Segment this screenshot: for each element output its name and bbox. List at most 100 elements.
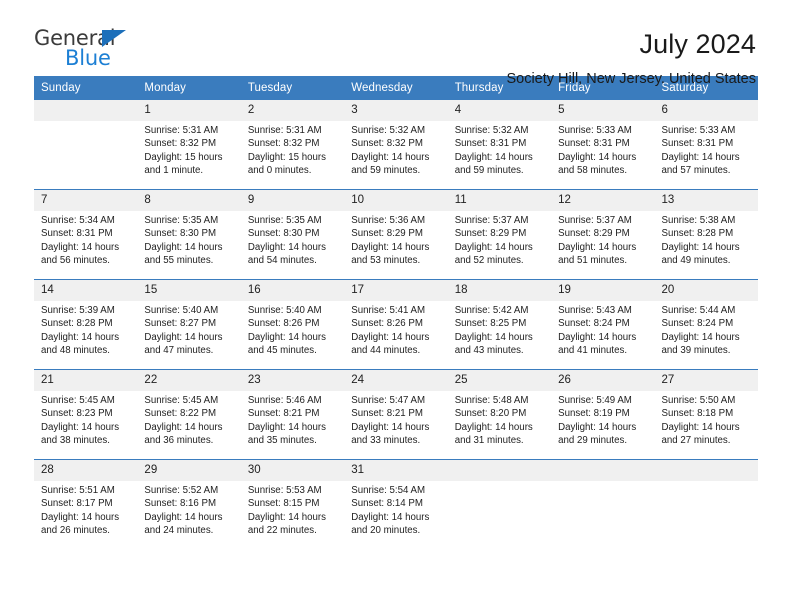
calendar-day-cell[interactable]: 3 Sunrise: 5:32 AM Sunset: 8:32 PM Daylight… xyxy=(344,100,448,190)
sunrise-text: Sunrise: 5:50 AM xyxy=(661,395,736,406)
daylight-text-line1: Daylight: 14 hours xyxy=(351,331,430,343)
calendar-day-cell[interactable]: 9 Sunrise: 5:35 AM Sunset: 8:30 PM Daylight… xyxy=(240,189,345,280)
calendar-day-cell[interactable]: 22 Sunrise: 5:45 AM Sunset: 8:22 PM Dayligh… xyxy=(137,369,241,460)
daylight-text-line2: and 44 minutes. xyxy=(351,345,421,357)
day-details: Sunrise: 5:42 AM Sunset: 8:25 PM Daylight:… xyxy=(448,301,551,358)
calendar-day-cell[interactable]: 7 Sunrise: 5:34 AM Sunset: 8:31 PM Daylight… xyxy=(34,189,138,280)
daylight-text-line1: Daylight: 14 hours xyxy=(351,511,430,523)
sunset-text: Sunset: 8:25 PM xyxy=(454,318,527,330)
day-details: Sunrise: 5:34 AM Sunset: 8:31 PM Daylight:… xyxy=(34,211,137,268)
calendar-day-cell[interactable]: 4 Sunrise: 5:32 AM Sunset: 8:31 PM Daylight… xyxy=(447,100,552,190)
daylight-text-line2: and 49 minutes. xyxy=(661,255,731,267)
calendar-day-cell[interactable]: 29 Sunrise: 5:52 AM Sunset: 8:16 PM Dayligh… xyxy=(137,459,241,549)
day-number: 31 xyxy=(344,460,448,481)
daylight-text-line1: Daylight: 14 hours xyxy=(247,511,326,523)
calendar-day-cell[interactable]: 21 Sunrise: 5:45 AM Sunset: 8:23 PM Dayligh… xyxy=(34,369,138,460)
daylight-text-line2: and 56 minutes. xyxy=(41,255,110,267)
general-blue-logo[interactable]: General Blue xyxy=(34,28,154,74)
day-details xyxy=(448,481,551,484)
daylight-text-line2: and 29 minutes. xyxy=(558,435,628,447)
day-number: 14 xyxy=(34,280,138,301)
calendar-day-cell[interactable]: 5 Sunrise: 5:33 AM Sunset: 8:31 PM Daylight… xyxy=(551,100,655,190)
calendar-week-row: 1 Sunrise: 5:31 AM Sunset: 8:32 PM Daylight… xyxy=(34,100,758,190)
calendar-day-cell[interactable]: 30 Sunrise: 5:53 AM Sunset: 8:15 PM Dayligh… xyxy=(240,459,345,549)
sunset-text: Sunset: 8:14 PM xyxy=(351,498,423,510)
sunrise-text: Sunrise: 5:43 AM xyxy=(558,305,632,316)
weekday-header-tuesday: Tuesday xyxy=(240,76,345,100)
daylight-text-line2: and 47 minutes. xyxy=(144,345,214,357)
calendar-day-cell[interactable]: 19 Sunrise: 5:43 AM Sunset: 8:24 PM Dayligh… xyxy=(551,279,655,370)
daylight-text-line2: and 58 minutes. xyxy=(558,165,628,177)
sunrise-text: Sunrise: 5:40 AM xyxy=(144,305,219,316)
sunrise-text: Sunrise: 5:37 AM xyxy=(558,215,632,226)
calendar-day-cell[interactable]: 1 Sunrise: 5:31 AM Sunset: 8:32 PM Daylight… xyxy=(137,100,241,190)
calendar-day-cell[interactable]: 24 Sunrise: 5:47 AM Sunset: 8:21 PM Dayligh… xyxy=(344,369,448,460)
calendar-day-cell[interactable]: 12 Sunrise: 5:37 AM Sunset: 8:29 PM Dayligh… xyxy=(551,189,655,280)
calendar-day-cell[interactable]: 14 Sunrise: 5:39 AM Sunset: 8:28 PM Dayligh… xyxy=(34,279,138,370)
calendar-day-cell[interactable]: 20 Sunrise: 5:44 AM Sunset: 8:24 PM Dayligh… xyxy=(654,279,758,370)
day-details xyxy=(655,481,758,484)
calendar-day-cell[interactable]: 17 Sunrise: 5:41 AM Sunset: 8:26 PM Dayligh… xyxy=(344,279,448,370)
sunset-text: Sunset: 8:31 PM xyxy=(661,138,734,150)
calendar-day-cell[interactable]: 2 Sunrise: 5:31 AM Sunset: 8:32 PM Daylight… xyxy=(240,100,345,190)
day-details: Sunrise: 5:43 AM Sunset: 8:24 PM Daylight:… xyxy=(551,301,654,358)
sunset-text: Sunset: 8:29 PM xyxy=(351,228,423,240)
sunset-text: Sunset: 8:31 PM xyxy=(454,138,527,150)
calendar-day-cell[interactable]: 28 Sunrise: 5:51 AM Sunset: 8:17 PM Dayligh… xyxy=(34,459,138,549)
calendar-day-cell[interactable]: 23 Sunrise: 5:46 AM Sunset: 8:21 PM Dayligh… xyxy=(240,369,345,460)
sunrise-text: Sunrise: 5:40 AM xyxy=(247,305,322,316)
calendar-day-cell[interactable]: 10 Sunrise: 5:36 AM Sunset: 8:29 PM Dayligh… xyxy=(344,189,448,280)
daylight-text-line2: and 1 minute. xyxy=(144,165,204,177)
day-details: Sunrise: 5:53 AM Sunset: 8:15 PM Daylight:… xyxy=(241,481,344,538)
day-details xyxy=(34,121,137,124)
calendar-day-cell[interactable]: 16 Sunrise: 5:40 AM Sunset: 8:26 PM Dayligh… xyxy=(240,279,345,370)
daylight-text-line1: Daylight: 14 hours xyxy=(247,241,326,253)
calendar-day-cell[interactable]: 15 Sunrise: 5:40 AM Sunset: 8:27 PM Dayligh… xyxy=(137,279,241,370)
day-details: Sunrise: 5:46 AM Sunset: 8:21 PM Daylight:… xyxy=(241,391,344,448)
sunrise-text: Sunrise: 5:37 AM xyxy=(454,215,529,226)
calendar-day-cell[interactable]: 13 Sunrise: 5:38 AM Sunset: 8:28 PM Dayligh… xyxy=(654,189,758,280)
day-number: 19 xyxy=(551,280,655,301)
calendar-day-cell[interactable]: 18 Sunrise: 5:42 AM Sunset: 8:25 PM Dayligh… xyxy=(447,279,552,370)
calendar-day-cell[interactable]: 27 Sunrise: 5:50 AM Sunset: 8:18 PM Dayligh… xyxy=(654,369,758,460)
day-number: 7 xyxy=(34,190,138,211)
daylight-text-line2: and 59 minutes. xyxy=(351,165,421,177)
sunset-text: Sunset: 8:15 PM xyxy=(247,498,320,510)
calendar-day-cell[interactable]: 11 Sunrise: 5:37 AM Sunset: 8:29 PM Dayligh… xyxy=(447,189,552,280)
sunset-text: Sunset: 8:31 PM xyxy=(41,228,113,240)
daylight-text-line2: and 45 minutes. xyxy=(247,345,317,357)
calendar-day-cell[interactable]: 31 Sunrise: 5:54 AM Sunset: 8:14 PM Dayligh… xyxy=(344,459,448,549)
sunrise-text: Sunrise: 5:33 AM xyxy=(661,125,736,136)
day-number: 24 xyxy=(344,370,448,391)
sunrise-text: Sunrise: 5:35 AM xyxy=(144,215,219,226)
daylight-text-line1: Daylight: 14 hours xyxy=(454,331,533,343)
sunrise-text: Sunrise: 5:41 AM xyxy=(351,305,426,316)
sunrise-text: Sunrise: 5:32 AM xyxy=(454,125,529,136)
day-details: Sunrise: 5:37 AM Sunset: 8:29 PM Daylight:… xyxy=(551,211,654,268)
sunset-text: Sunset: 8:22 PM xyxy=(144,408,217,420)
calendar-day-cell[interactable]: 8 Sunrise: 5:35 AM Sunset: 8:30 PM Daylight… xyxy=(137,189,241,280)
sunset-text: Sunset: 8:30 PM xyxy=(247,228,320,240)
day-number: 5 xyxy=(551,100,655,121)
sunrise-text: Sunrise: 5:31 AM xyxy=(144,125,219,136)
daylight-text-line2: and 35 minutes. xyxy=(247,435,317,447)
sunset-text: Sunset: 8:28 PM xyxy=(41,318,113,330)
calendar-empty-cell xyxy=(654,459,758,549)
day-number: 8 xyxy=(137,190,241,211)
daylight-text-line2: and 43 minutes. xyxy=(454,345,524,357)
day-number: 1 xyxy=(137,100,241,121)
sunset-text: Sunset: 8:32 PM xyxy=(144,138,217,150)
calendar-day-cell[interactable]: 26 Sunrise: 5:49 AM Sunset: 8:19 PM Dayligh… xyxy=(551,369,655,460)
weekday-header-wednesday: Wednesday xyxy=(344,76,448,100)
calendar-day-cell[interactable]: 25 Sunrise: 5:48 AM Sunset: 8:20 PM Dayligh… xyxy=(447,369,552,460)
sunrise-text: Sunrise: 5:44 AM xyxy=(661,305,736,316)
sunset-text: Sunset: 8:29 PM xyxy=(454,228,527,240)
sunset-text: Sunset: 8:21 PM xyxy=(351,408,423,420)
day-number: 28 xyxy=(34,460,138,481)
daylight-text-line1: Daylight: 14 hours xyxy=(558,421,637,433)
daylight-text-line1: Daylight: 14 hours xyxy=(661,421,740,433)
daylight-text-line2: and 33 minutes. xyxy=(351,435,421,447)
calendar-day-cell[interactable]: 6 Sunrise: 5:33 AM Sunset: 8:31 PM Daylight… xyxy=(654,100,758,190)
daylight-text-line1: Daylight: 14 hours xyxy=(41,241,120,253)
daylight-text-line1: Daylight: 14 hours xyxy=(351,421,430,433)
